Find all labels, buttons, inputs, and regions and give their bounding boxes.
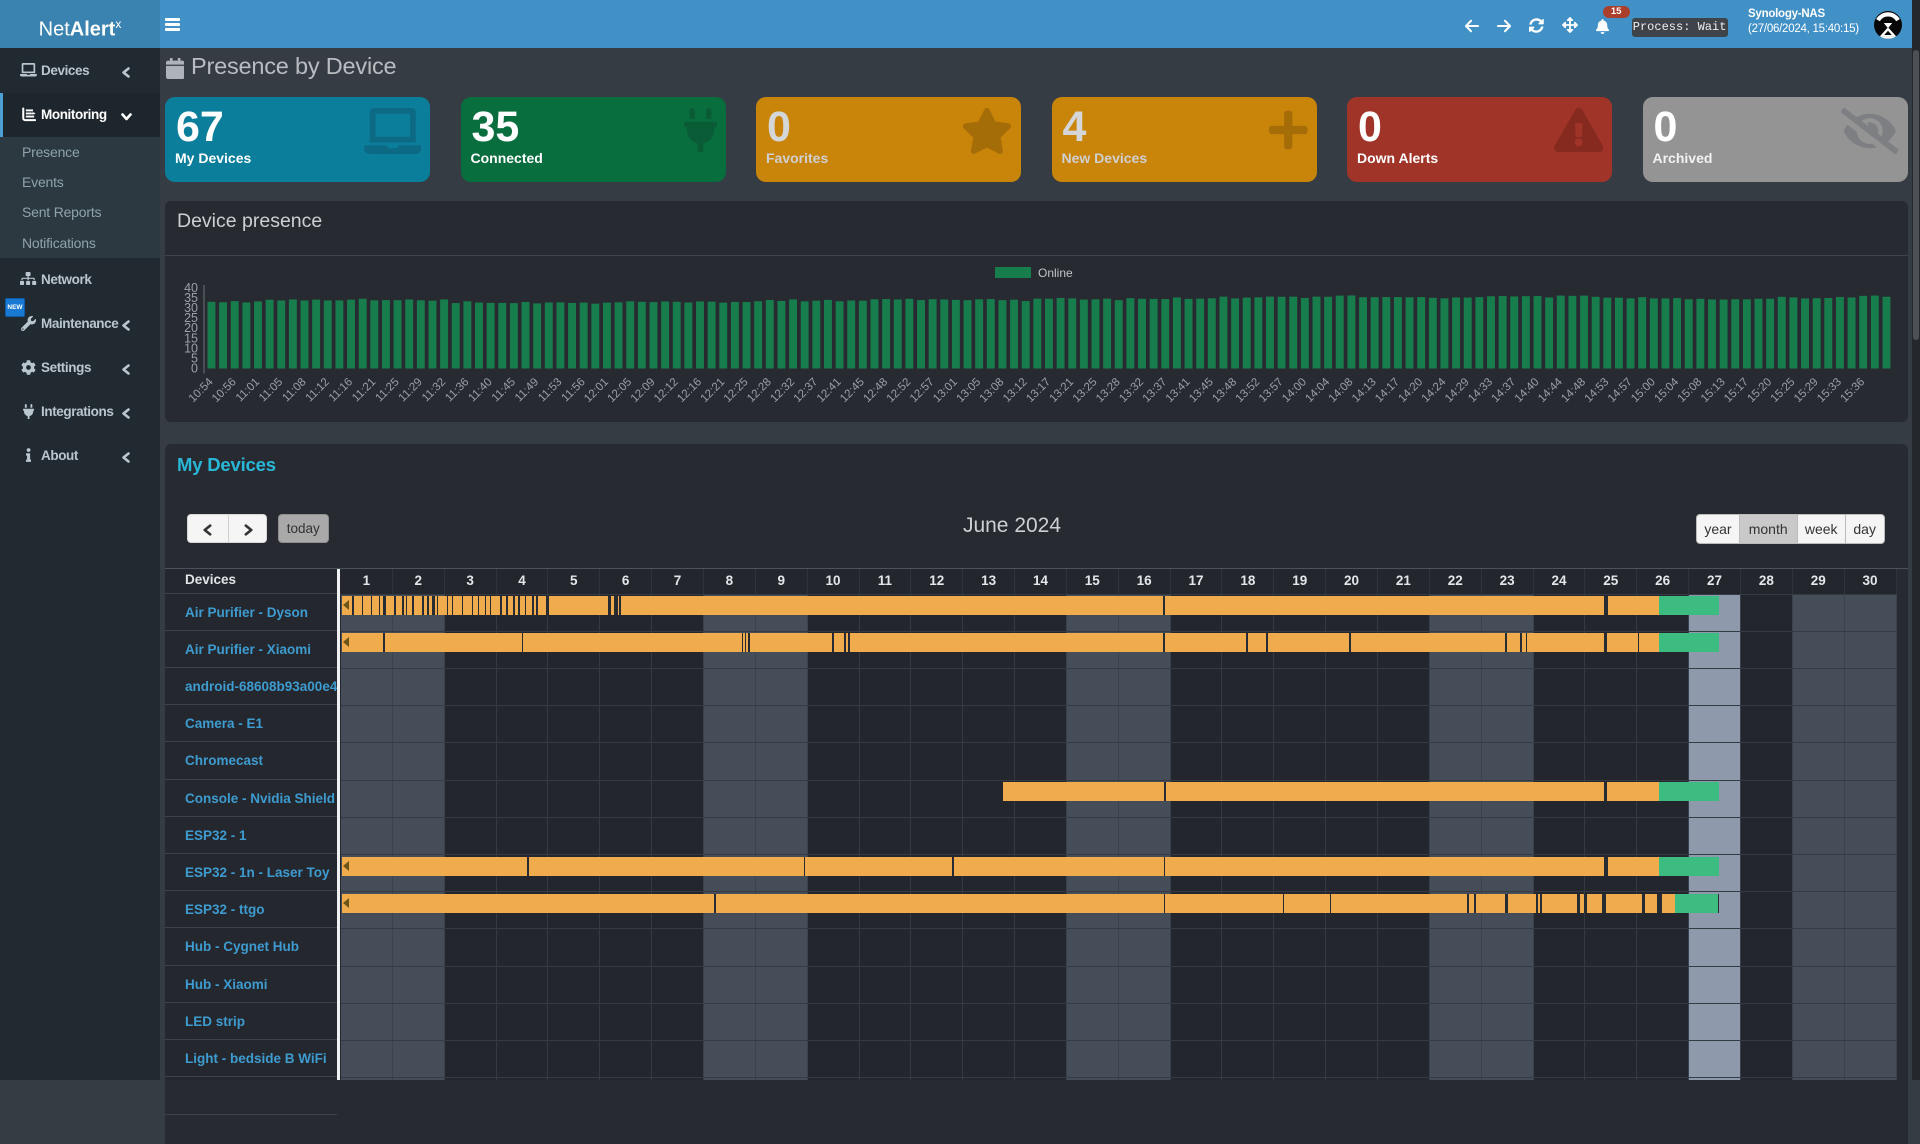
svg-text:12:57: 12:57 (908, 376, 937, 405)
svg-text:14:53: 14:53 (1583, 376, 1612, 405)
svg-text:11:45: 11:45 (490, 376, 518, 404)
svg-text:11:05: 11:05 (257, 376, 285, 404)
svg-text:11:40: 11:40 (466, 376, 494, 404)
svg-text:12:28: 12:28 (745, 376, 774, 405)
svg-text:12:01: 12:01 (582, 376, 611, 405)
svg-text:11:01: 11:01 (234, 376, 262, 404)
svg-text:14:37: 14:37 (1489, 376, 1518, 405)
svg-text:12:05: 12:05 (605, 376, 634, 405)
svg-text:13:08: 13:08 (978, 376, 1007, 405)
svg-text:11:21: 11:21 (350, 376, 378, 404)
svg-text:14:57: 14:57 (1606, 376, 1635, 405)
svg-text:13:37: 13:37 (1141, 376, 1170, 405)
svg-text:15:08: 15:08 (1676, 376, 1705, 405)
svg-text:11:16: 11:16 (327, 376, 355, 404)
svg-text:13:32: 13:32 (1117, 376, 1146, 405)
svg-text:12:37: 12:37 (792, 376, 821, 405)
svg-text:14:33: 14:33 (1466, 376, 1495, 405)
svg-text:15:17: 15:17 (1722, 376, 1751, 405)
svg-text:14:08: 14:08 (1327, 376, 1356, 405)
svg-text:11:25: 11:25 (373, 376, 401, 404)
svg-text:10:56: 10:56 (210, 376, 239, 405)
svg-text:15:33: 15:33 (1815, 376, 1844, 405)
svg-text:13:17: 13:17 (1024, 376, 1053, 405)
svg-text:40: 40 (184, 281, 198, 295)
svg-text:13:28: 13:28 (1094, 376, 1123, 405)
svg-text:12:12: 12:12 (652, 376, 681, 405)
svg-text:15:25: 15:25 (1769, 376, 1798, 405)
svg-text:12:48: 12:48 (861, 376, 890, 405)
svg-text:14:04: 14:04 (1303, 376, 1332, 405)
svg-text:12:41: 12:41 (815, 376, 844, 405)
svg-text:12:09: 12:09 (629, 376, 658, 405)
svg-text:11:53: 11:53 (536, 376, 564, 404)
svg-text:13:21: 13:21 (1047, 376, 1076, 405)
svg-text:Online: Online (1038, 266, 1073, 280)
svg-text:14:40: 14:40 (1513, 376, 1542, 405)
svg-text:14:44: 14:44 (1536, 376, 1565, 405)
svg-text:11:36: 11:36 (443, 376, 471, 404)
svg-text:11:12: 11:12 (304, 376, 332, 404)
svg-text:13:41: 13:41 (1164, 376, 1193, 405)
svg-text:11:49: 11:49 (513, 376, 541, 404)
svg-text:12:21: 12:21 (699, 376, 728, 405)
svg-text:14:13: 14:13 (1350, 376, 1379, 405)
svg-text:12:45: 12:45 (838, 376, 867, 405)
svg-text:14:29: 14:29 (1443, 376, 1472, 405)
svg-text:14:17: 14:17 (1373, 376, 1402, 405)
svg-text:12:52: 12:52 (885, 376, 914, 405)
svg-text:12:32: 12:32 (768, 376, 797, 405)
svg-text:15:36: 15:36 (1838, 376, 1867, 405)
svg-text:14:48: 14:48 (1559, 376, 1588, 405)
svg-text:13:25: 13:25 (1071, 376, 1100, 405)
svg-text:14:00: 14:00 (1280, 376, 1309, 405)
svg-text:15:20: 15:20 (1745, 376, 1774, 405)
svg-text:14:24: 14:24 (1420, 376, 1449, 405)
svg-text:15:29: 15:29 (1792, 376, 1821, 405)
svg-text:13:05: 13:05 (954, 376, 983, 405)
svg-text:13:52: 13:52 (1234, 376, 1263, 405)
svg-text:11:32: 11:32 (420, 376, 448, 404)
svg-text:13:45: 13:45 (1187, 376, 1216, 405)
svg-text:13:01: 13:01 (931, 376, 960, 405)
svg-text:11:29: 11:29 (397, 376, 425, 404)
svg-text:12:25: 12:25 (722, 376, 751, 405)
svg-text:10:54: 10:54 (187, 376, 216, 405)
svg-text:13:12: 13:12 (1001, 376, 1030, 405)
svg-text:15:13: 15:13 (1699, 376, 1728, 405)
svg-text:11:08: 11:08 (280, 376, 308, 404)
svg-text:12:16: 12:16 (675, 376, 704, 405)
svg-text:14:20: 14:20 (1396, 376, 1425, 405)
svg-text:13:48: 13:48 (1210, 376, 1239, 405)
svg-text:11:56: 11:56 (560, 376, 588, 404)
svg-text:13:57: 13:57 (1257, 376, 1286, 405)
svg-text:15:04: 15:04 (1652, 376, 1681, 405)
svg-text:15:00: 15:00 (1629, 376, 1658, 405)
